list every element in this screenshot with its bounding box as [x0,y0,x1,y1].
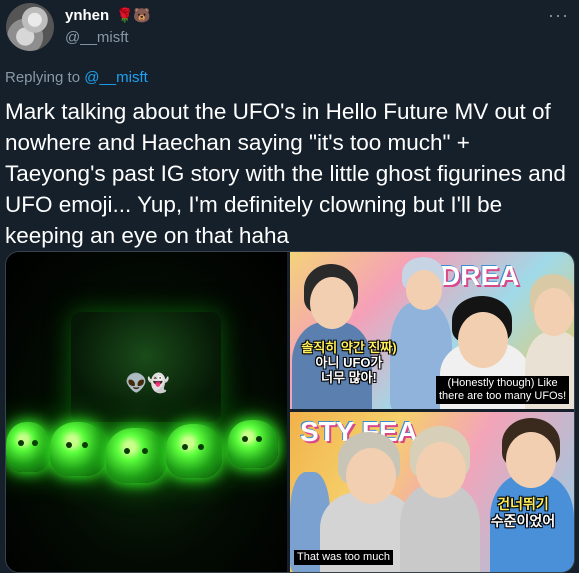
face-shape [416,442,466,498]
display-name[interactable]: ynhen [65,7,109,24]
media-image-ghost-figurines[interactable]: 👽👻 [6,252,287,572]
media-grid: 👽👻 DREA 솔직히 약간 진짜) 아니 UFO가 너무 많아! (Hones… [5,251,575,573]
face-shape [310,277,354,329]
background-sign: DREA [440,260,520,291]
korean-subtitle-line: 너무 많아! [321,370,377,385]
media-image-too-much-scene[interactable]: STY FEA 건너뛰기 수준이었어 That was too much [290,412,574,572]
korean-subtitle-line: 아니 UFO가 [315,355,383,370]
face-shape [534,288,574,336]
korean-subtitle: 건너뛰기 수준이었어 [478,496,568,530]
korean-subtitle-line: 수준이었어 [490,513,556,529]
english-caption: (Honestly though) Like there are too man… [436,376,570,404]
face-shape [346,448,396,504]
user-handle[interactable]: @__misft [65,29,129,46]
bear-emoji: 🐻 [133,7,151,23]
more-options-icon[interactable]: ··· [548,5,569,26]
media-image-ufo-scene[interactable]: DREA 솔직히 약간 진짜) 아니 UFO가 너무 많아! (Honestly… [290,252,574,409]
caption-line: (Honestly though) Like [447,377,558,389]
korean-subtitle-line: 건너뛰기 [497,496,549,512]
alien-ghost-emojis: 👽👻 [125,373,170,393]
tv-shape [71,312,221,422]
english-caption: That was too much [294,550,393,565]
face-shape [506,432,556,488]
ghost-figurine [166,424,222,478]
korean-subtitle: 솔직히 약간 진짜) 아니 UFO가 너무 많아! [294,340,404,385]
caption-line: there are too many UFOs! [439,390,567,402]
ghost-figurine [106,428,166,483]
replying-to: Replying to @__misft [5,69,148,86]
face-shape [458,312,508,368]
avatar[interactable] [6,3,54,51]
ghost-figurine [6,422,50,472]
ghost-figurine [228,420,278,468]
korean-subtitle-line: 솔직히 약간 진짜) [301,340,397,355]
tweet-text: Mark talking about the UFO's in Hello Fu… [5,99,566,248]
reply-mention-link[interactable]: @__misft [84,69,148,86]
tweet-header: ynhen 🌹 🐻 @__misft ··· [0,0,579,60]
ghost-figurine [50,422,106,476]
rose-emoji: 🌹 [116,7,134,23]
face-shape [406,270,442,310]
replying-prefix: Replying to [5,69,85,86]
